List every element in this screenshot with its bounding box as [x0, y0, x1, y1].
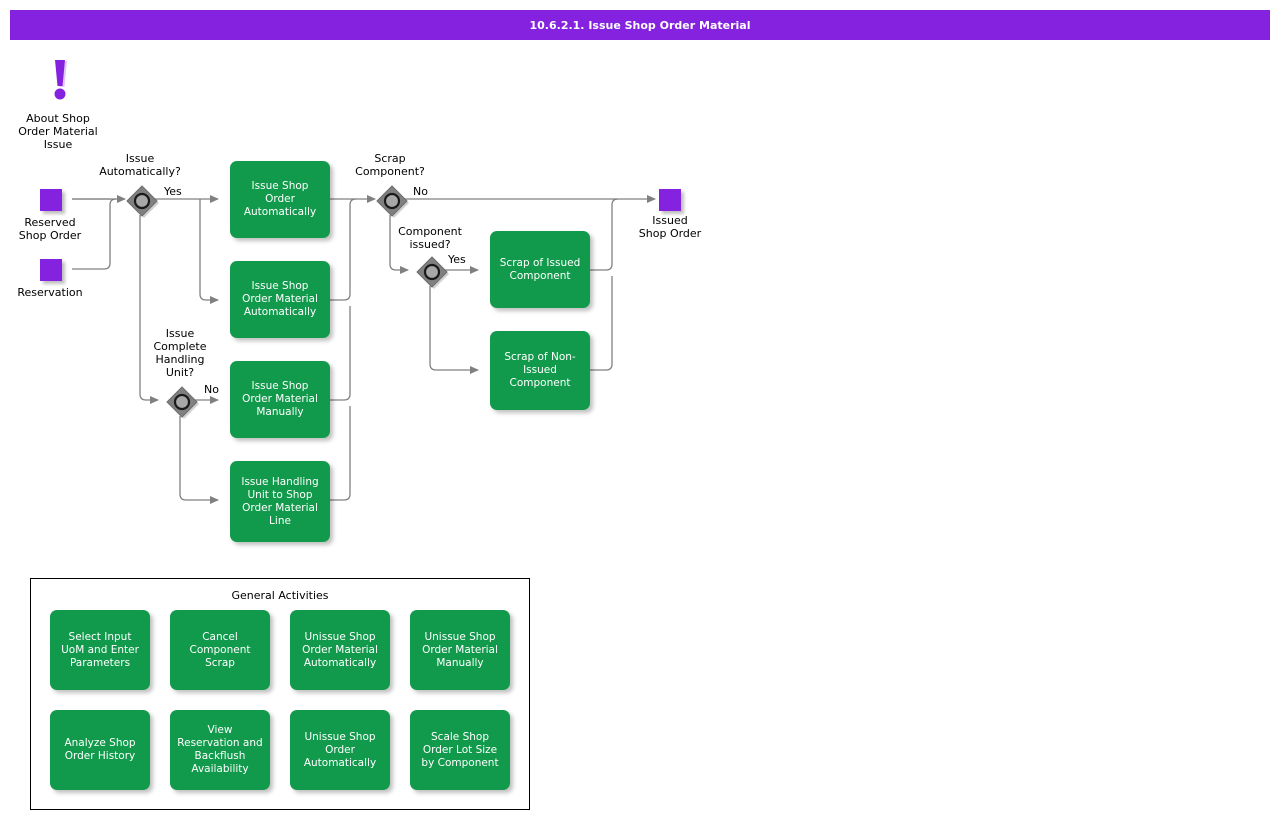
general-activity-cancel-component-scrap[interactable]: Cancel Component Scrap [170, 610, 270, 690]
gateway-issue-complete-handling-unit-label: Issue Complete Handling Unit? [153, 327, 207, 379]
reserved-shop-order-label: Reserved Shop Order [18, 216, 82, 242]
issued-shop-order-object[interactable] [659, 189, 681, 211]
gateway-scrap-component-branch: No [413, 185, 428, 198]
page-title: 10.6.2.1. Issue Shop Order Material [529, 18, 751, 32]
process-issue-handling-unit-to-shop-order-material-line[interactable]: Issue Handling Unit to Shop Order Materi… [230, 461, 330, 542]
general-activity-scale-shop-order-lot-size-by-component[interactable]: Scale Shop Order Lot Size by Component [410, 710, 510, 790]
gateway-issue-complete-handling-unit[interactable] [165, 385, 199, 419]
process-issue-shop-order-material-automatically[interactable]: Issue Shop Order Material Automatically [230, 261, 330, 338]
process-issue-shop-order-material-manually[interactable]: Issue Shop Order Material Manually [230, 361, 330, 438]
gateway-issue-complete-handling-unit-branch: No [204, 383, 219, 396]
gateway-scrap-component[interactable] [375, 184, 409, 218]
reservation-object[interactable] [40, 259, 62, 281]
gateway-diamond-icon [416, 256, 449, 289]
exclamation-icon [54, 60, 67, 100]
reservation-label: Reservation [17, 286, 83, 299]
title-bar: 10.6.2.1. Issue Shop Order Material [10, 10, 1270, 40]
diagram-canvas: 10.6.2.1. Issue Shop Order Material Abou… [0, 0, 1280, 820]
issued-shop-order-label: Issued Shop Order [638, 214, 702, 240]
general-activity-unissue-shop-order-material-automatically[interactable]: Unissue Shop Order Material Automaticall… [290, 610, 390, 690]
gateway-scrap-component-label: Scrap Component? [355, 152, 425, 178]
reserved-shop-order-object[interactable] [40, 189, 62, 211]
general-activity-select-input-uom-and-enter-parameters[interactable]: Select Input UoM and Enter Parameters [50, 610, 150, 690]
gateway-diamond-icon [126, 185, 159, 218]
gateway-issue-automatically-label: Issue Automatically? [99, 152, 181, 178]
general-activities-title: General Activities [231, 589, 329, 602]
gateway-diamond-icon [166, 386, 199, 419]
general-activity-unissue-shop-order-material-manually[interactable]: Unissue Shop Order Material Manually [410, 610, 510, 690]
gateway-component-issued-branch: Yes [448, 253, 466, 266]
process-scrap-of-non-issued-component[interactable]: Scrap of Non- Issued Component [490, 331, 590, 410]
gateway-component-issued-label: Component issued? [398, 225, 462, 251]
gateway-component-issued[interactable] [415, 255, 449, 289]
gateway-issue-automatically-branch: Yes [164, 185, 182, 198]
general-activity-view-reservation-and-backflush-availability[interactable]: View Reservation and Backflush Availabil… [170, 710, 270, 790]
process-issue-shop-order-automatically[interactable]: Issue Shop Order Automatically [230, 161, 330, 238]
gateway-issue-automatically[interactable] [125, 184, 159, 218]
about-note [46, 58, 74, 106]
gateway-diamond-icon [376, 185, 409, 218]
general-activity-unissue-shop-order-automatically[interactable]: Unissue Shop Order Automatically [290, 710, 390, 790]
general-activity-analyze-shop-order-history[interactable]: Analyze Shop Order History [50, 710, 150, 790]
about-note-label: About Shop Order Material Issue [18, 112, 98, 151]
process-scrap-of-issued-component[interactable]: Scrap of Issued Component [490, 231, 590, 308]
